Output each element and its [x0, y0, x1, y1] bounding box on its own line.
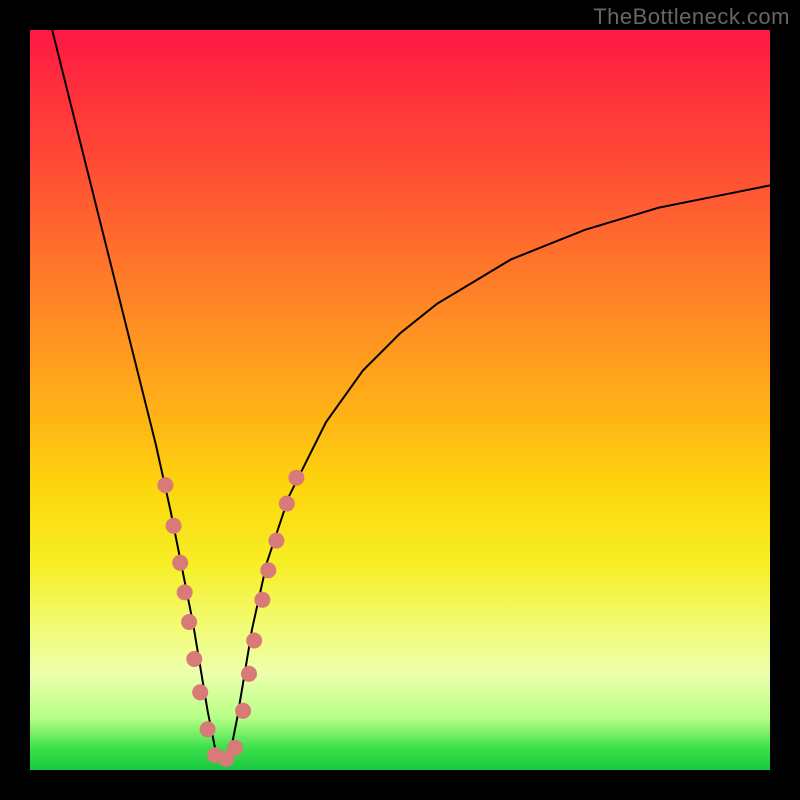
plot-svg	[30, 30, 770, 770]
marker-dot	[235, 703, 251, 719]
marker-dot	[172, 555, 188, 571]
marker-dot	[260, 562, 276, 578]
marker-dot	[227, 740, 243, 756]
marker-dot	[192, 684, 208, 700]
marker-dot	[157, 477, 173, 493]
marker-dot	[181, 614, 197, 630]
marker-dot	[241, 666, 257, 682]
marker-dot	[177, 584, 193, 600]
marker-dot	[166, 518, 182, 534]
plot-area	[30, 30, 770, 770]
marker-dot	[288, 470, 304, 486]
watermark-text: TheBottleneck.com	[593, 4, 790, 30]
marker-dot	[254, 592, 270, 608]
chart-frame: TheBottleneck.com	[0, 0, 800, 800]
marker-dot	[246, 633, 262, 649]
marker-dot	[200, 721, 216, 737]
marker-dot	[186, 651, 202, 667]
bottleneck-curve	[52, 30, 770, 763]
marker-dot	[268, 533, 284, 549]
marker-dot	[279, 496, 295, 512]
